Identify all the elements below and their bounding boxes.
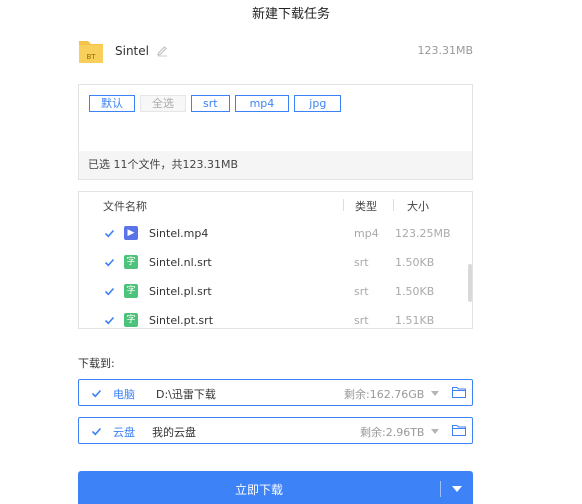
filter-default-button[interactable]: 默认 [89,95,135,112]
column-divider [343,199,344,211]
bt-folder-icon: BT [79,41,103,63]
button-divider [440,481,441,497]
file-type: srt [354,314,369,327]
destination-name: 云盘 [113,426,135,439]
checkbox-checked-icon[interactable] [91,388,102,399]
file-type: srt [354,256,369,269]
column-type-header[interactable]: 类型 [355,198,377,214]
column-name-header[interactable]: 文件名称 [103,198,147,214]
file-list-scrollbar[interactable] [468,264,472,302]
subtitle-file-icon: 字 [124,255,138,269]
file-name: Sintel.nl.srt [149,256,212,269]
torrent-name: Sintel [115,44,149,58]
folder-browse-icon[interactable] [452,387,466,398]
bt-label: BT [86,53,96,61]
filter-select-all-button[interactable]: 全选 [140,95,186,112]
file-name: Sintel.mp4 [149,227,209,240]
file-name: Sintel.pl.srt [149,285,212,298]
download-now-button[interactable]: 立即下载 [78,471,473,504]
filter-tags: 默认 全选 srt mp4 jpg [89,95,342,112]
checkbox-checked-icon[interactable] [91,426,102,437]
chevron-down-icon[interactable] [452,486,462,492]
file-row[interactable]: ▶ Sintel.mp4 mp4 123.25MB [79,220,472,249]
file-size: 123.25MB [395,227,451,240]
filter-jpg-button[interactable]: jpg [294,95,342,112]
file-type: mp4 [354,227,379,240]
download-now-label: 立即下载 [234,483,283,497]
checkbox-checked-icon[interactable] [104,286,115,297]
file-row[interactable]: 字 Sintel.nl.srt srt 1.50KB [79,249,472,278]
destination-free-space: 剩余:162.76GB [344,388,425,401]
file-list: 文件名称 类型 大小 ▶ Sintel.mp4 mp4 123.25MB 字 S… [78,191,473,329]
file-row[interactable]: 字 Sintel.pt.srt srt 1.51KB [79,307,472,328]
filter-srt-button[interactable]: srt [191,95,230,112]
checkbox-checked-icon[interactable] [104,315,115,326]
subtitle-file-icon: 字 [124,284,138,298]
folder-browse-icon[interactable] [452,425,466,436]
file-type: srt [354,285,369,298]
chevron-down-icon[interactable] [431,429,439,434]
edit-name-icon[interactable] [156,45,168,57]
destination-cloud[interactable]: 云盘 我的云盘 剩余:2.96TB [78,417,473,444]
file-size: 1.51KB [395,314,435,327]
dialog-title: 新建下载任务 [251,7,330,22]
selection-summary: 已选 11个文件，共123.31MB [79,151,472,179]
column-size-header[interactable]: 大小 [407,198,429,214]
column-divider [393,199,394,211]
file-row[interactable]: 字 Sintel.pl.srt srt 1.50KB [79,278,472,307]
checkbox-checked-icon[interactable] [104,257,115,268]
download-to-label: 下载到: [78,357,115,370]
file-name: Sintel.pt.srt [149,314,214,327]
destination-computer[interactable]: 电脑 D:\迅雷下载 剩余:162.76GB [78,379,473,406]
file-filter-panel: 默认 全选 srt mp4 jpg 已选 11个文件，共123.31MB [78,84,473,180]
destination-path: 我的云盘 [152,426,196,439]
subtitle-file-icon: 字 [124,313,138,327]
checkbox-checked-icon[interactable] [104,228,115,239]
destination-free-space: 剩余:2.96TB [360,426,425,439]
destination-path: D:\迅雷下载 [156,388,216,401]
destination-name: 电脑 [113,388,135,401]
file-list-header: 文件名称 类型 大小 [79,192,472,218]
chevron-down-icon[interactable] [431,391,439,396]
torrent-size: 123.31MB [417,44,473,57]
file-size: 1.50KB [395,256,435,269]
filter-mp4-button[interactable]: mp4 [234,95,290,112]
video-file-icon: ▶ [124,226,138,240]
torrent-file-row: BT Sintel 123.31MB [78,36,473,68]
file-size: 1.50KB [395,285,435,298]
